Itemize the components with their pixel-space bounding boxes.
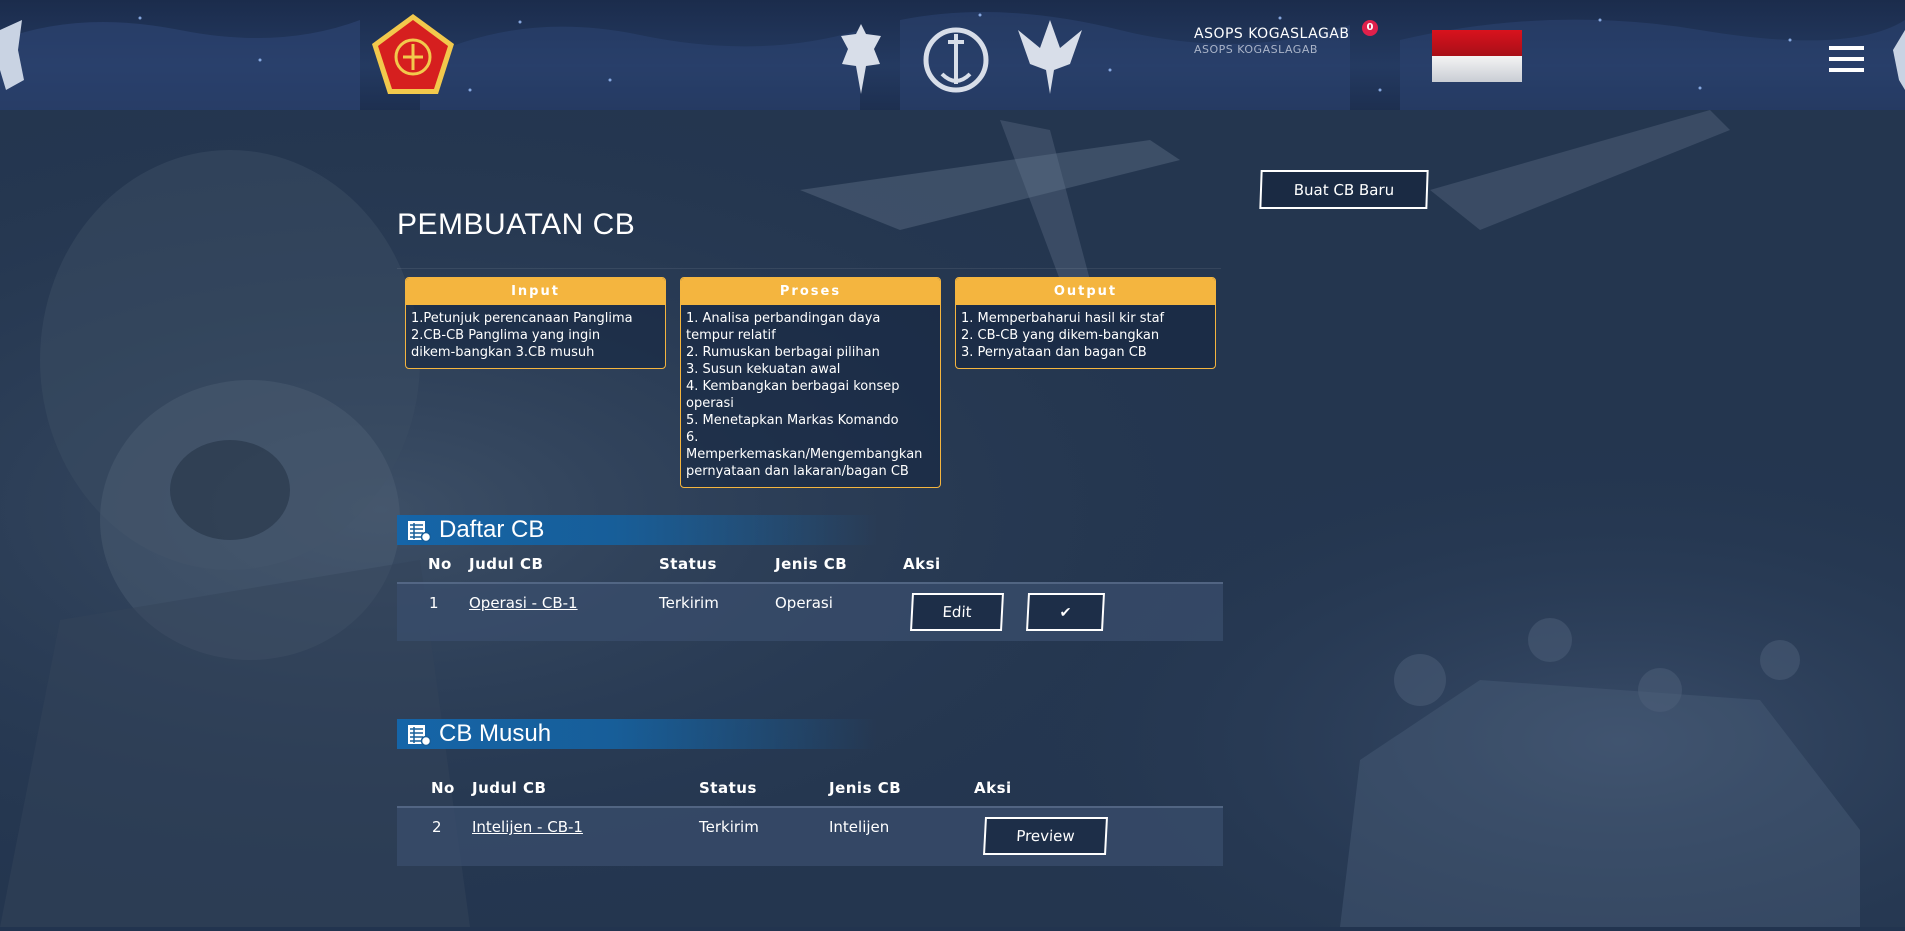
column-header: No xyxy=(428,555,452,573)
step-line: 3. Susun kekuatan awal xyxy=(686,362,841,377)
notification-badge[interactable]: 0 xyxy=(1362,20,1378,36)
step-line: 2. CB-CB yang dikem-bangkan xyxy=(961,328,1160,343)
column-header: Status xyxy=(699,779,757,797)
input-step-box: Input 1.Petunjuk perencanaan Panglima 2.… xyxy=(405,277,666,369)
tni-emblem-icon xyxy=(372,14,454,94)
confirm-button[interactable]: ✔ xyxy=(1026,593,1105,631)
army-emblem-icon xyxy=(841,24,881,94)
step-line: 1.Petunjuk perencanaan Panglima xyxy=(411,311,633,326)
table-icon xyxy=(408,725,431,746)
step-line: 1. Memperbaharui hasil kir staf xyxy=(961,311,1165,326)
column-header: Status xyxy=(659,555,717,573)
column-header: Judul CB xyxy=(472,779,547,797)
step-title: Input xyxy=(406,278,665,305)
divider xyxy=(397,268,1221,269)
step-line: 5. Menetapkan Markas Komando xyxy=(686,413,899,428)
top-header: ASOPS KOGASLAGAB ASOPS KOGASLAGAB 0 xyxy=(0,0,1905,110)
step-line: operasi xyxy=(686,396,734,411)
airforce-emblem-icon xyxy=(1018,20,1082,94)
step-line: 2.CB-CB Panglima yang ingin xyxy=(411,328,601,343)
step-line: 2. Rumuskan berbagai pilihan xyxy=(686,345,880,360)
process-step-box: Proses 1. Analisa perbandingan daya temp… xyxy=(680,277,941,488)
step-line: Memperkemaskan/Mengembangkan xyxy=(686,447,923,462)
row-type: Operasi xyxy=(775,594,833,612)
edit-button[interactable]: Edit xyxy=(910,593,1004,631)
step-line: 1. Analisa perbandingan daya xyxy=(686,311,881,326)
row-type: Intelijen xyxy=(829,818,890,836)
column-header: Jenis CB xyxy=(775,555,848,573)
step-line: 3. Pernyataan dan bagan CB xyxy=(961,345,1147,360)
column-header: Aksi xyxy=(903,555,941,573)
preview-button[interactable]: Preview xyxy=(983,817,1108,855)
column-header: Aksi xyxy=(974,779,1012,797)
column-header: No xyxy=(431,779,455,797)
user-role: ASOPS KOGASLAGAB xyxy=(1194,43,1318,56)
table-icon xyxy=(408,521,431,542)
check-icon: ✔ xyxy=(1059,605,1072,621)
step-line: 6. xyxy=(686,430,699,445)
hamburger-menu-icon[interactable] xyxy=(1829,46,1864,72)
section-title: Daftar CB xyxy=(439,516,545,543)
page-title: PEMBUATAN CB xyxy=(397,208,636,241)
user-name[interactable]: ASOPS KOGASLAGAB xyxy=(1194,26,1350,42)
step-line: 4. Kembangkan berbagai konsep xyxy=(686,379,900,394)
navy-emblem-icon xyxy=(923,27,989,93)
output-step-box: Output 1. Memperbaharui hasil kir staf 2… xyxy=(955,277,1216,369)
row-number: 2 xyxy=(432,818,442,836)
row-status: Terkirim xyxy=(699,818,759,836)
row-number: 1 xyxy=(429,594,439,612)
row-status: Terkirim xyxy=(659,594,719,612)
step-title: Proses xyxy=(681,278,940,305)
create-cb-button[interactable]: Buat CB Baru xyxy=(1259,170,1429,209)
cb-title-link[interactable]: Operasi - CB-1 xyxy=(469,594,578,612)
background-illustration xyxy=(0,0,1905,927)
cb-musuh-header: CB Musuh xyxy=(397,719,877,749)
indonesia-flag-icon[interactable] xyxy=(1432,30,1522,82)
column-header: Judul CB xyxy=(469,555,544,573)
section-title: CB Musuh xyxy=(439,720,552,747)
airforce-emblem-icon xyxy=(0,20,24,90)
cb-title-link[interactable]: Intelijen - CB-1 xyxy=(472,818,583,836)
step-line: pernyataan dan lakaran/bagan CB xyxy=(686,464,909,479)
step-line: tempur relatif xyxy=(686,328,776,343)
step-line: dikem-bangkan 3.CB musuh xyxy=(411,345,595,360)
daftar-cb-header: Daftar CB xyxy=(397,515,877,545)
column-header: Jenis CB xyxy=(829,779,902,797)
airforce-emblem-icon xyxy=(1893,30,1905,90)
step-title: Output xyxy=(956,278,1215,305)
